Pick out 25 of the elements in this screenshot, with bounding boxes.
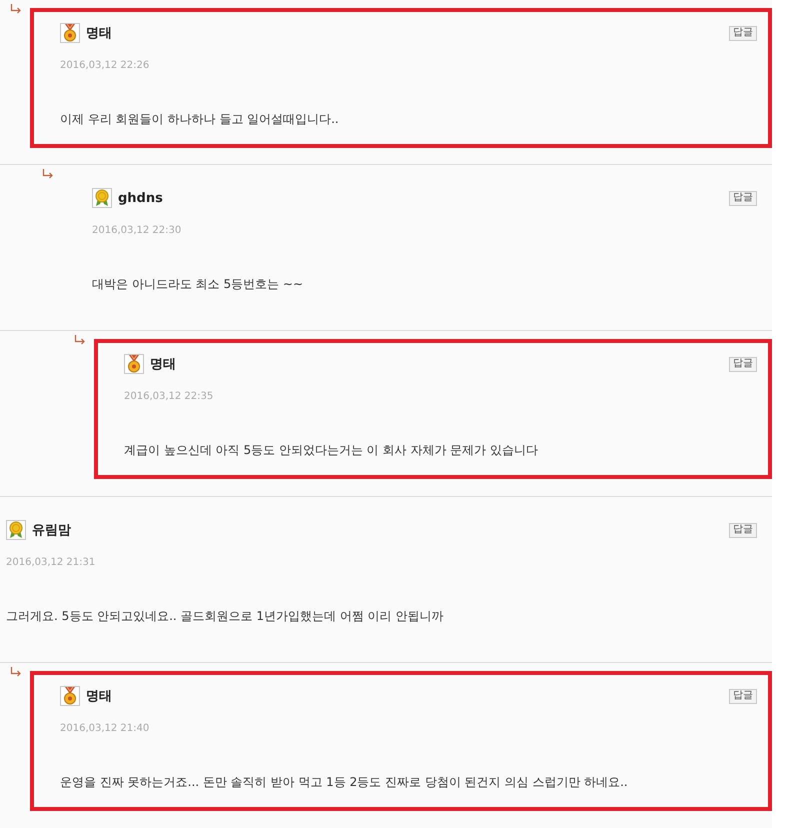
comment-date: 2016,03,12 22:30	[92, 225, 182, 236]
rosette-icon	[92, 188, 112, 208]
comment-text: 계급이 높으신데 아직 5등도 안되었다는거는 이 회사 자체가 문제가 있습니다	[124, 442, 539, 459]
author-name: 명태	[86, 25, 112, 42]
reply-button[interactable]: 답글	[729, 190, 757, 206]
reply-button[interactable]: 답글	[729, 26, 757, 40]
medal-icon	[60, 686, 80, 706]
comment-date: 2016,03,12 22:26	[60, 60, 150, 71]
comment-text: 대박은 아니드라도 최소 5등번호는 ~~	[92, 276, 304, 293]
comment-text: 운영을 진짜 못하는거죠... 돈만 솔직히 받아 먹고 1등 2등도 진짜로 당첨이 된건지 의심 스럽기만 하네요..	[60, 774, 629, 791]
medal-icon	[60, 23, 80, 43]
author-name: 명태	[86, 688, 112, 705]
comment-date: 2016,03,12 21:40	[60, 723, 150, 734]
medal-icon	[124, 354, 144, 374]
comment-date: 2016,03,12 22:35	[124, 391, 214, 402]
reply-button[interactable]: 답글	[729, 688, 757, 704]
author-name: 명태	[150, 356, 176, 373]
rosette-icon	[6, 520, 26, 540]
author-name: ghdns	[118, 190, 163, 206]
reply-button[interactable]: 답글	[729, 356, 757, 372]
comment-date: 2016,03,12 21:31	[6, 557, 96, 568]
author-name: 유림맘	[32, 522, 71, 539]
comment-text: 그러게요. 5등도 안되고있네요.. 골드회원으로 1년가입했는데 어쩜 이리 안됩니까	[6, 608, 444, 625]
comment-text: 이제 우리 회원들이 하나하나 들고 일어설때입니다..	[60, 111, 340, 128]
reply-button[interactable]: 답글	[729, 522, 757, 538]
